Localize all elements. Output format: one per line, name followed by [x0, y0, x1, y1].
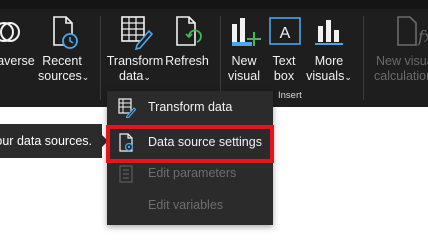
- transform-data-label-2: data: [119, 69, 144, 83]
- new-visual-label-1: New: [231, 54, 257, 68]
- text-box-icon: A: [269, 17, 301, 45]
- transform-data-button[interactable]: Transform data⌄: [106, 14, 164, 85]
- ribbon-separator: [363, 16, 364, 100]
- transform-data-icon: [118, 98, 136, 118]
- svg-text:A: A: [280, 25, 291, 42]
- more-visuals-label-2: visuals: [306, 69, 345, 83]
- recent-sources-button[interactable]: Recent sources⌄: [38, 14, 89, 85]
- ribbon-separator: [220, 16, 221, 100]
- menu-item-edit-parameters[interactable]: Edit parameters: [107, 158, 273, 190]
- recent-sources-label-1: Recent: [42, 54, 82, 68]
- more-visuals-label-1: More: [314, 54, 344, 68]
- new-visual-button[interactable]: New visual: [224, 14, 264, 84]
- visual-calculation-icon: fx: [397, 16, 428, 46]
- text-box-label-2: box: [273, 69, 295, 83]
- menu-item-edit-variables[interactable]: Edit variables: [107, 190, 273, 222]
- ribbon-separator: [100, 16, 101, 100]
- new-visual-calculation-label-1: New visual: [376, 54, 428, 68]
- new-visual-calculation-button[interactable]: fx New visual calculation: [372, 14, 428, 84]
- tooltip-text: our data sources.: [0, 134, 92, 148]
- chevron-down-icon: ⌄: [344, 72, 352, 82]
- ribbon-button-label: averse: [0, 54, 35, 68]
- text-box-label-1: Text: [272, 54, 296, 68]
- menu-item-label: Transform data: [148, 100, 233, 114]
- recent-sources-label-2: sources: [38, 69, 82, 83]
- edit-parameters-icon: [119, 165, 133, 183]
- more-visuals-button[interactable]: More visuals⌄: [303, 14, 355, 85]
- ribbon-button-connector[interactable]: averse: [0, 14, 36, 69]
- ribbon-top-strip: [0, 0, 428, 9]
- transform-data-dropdown-menu: Transform data Data source settings Edit…: [106, 91, 274, 225]
- transform-data-label-1: Transform: [106, 54, 164, 68]
- menu-item-transform-data[interactable]: Transform data: [107, 92, 273, 124]
- chevron-down-icon: ⌄: [81, 72, 90, 82]
- insert-group-label: Insert: [278, 90, 302, 101]
- refresh-button[interactable]: Refresh: [164, 14, 210, 69]
- menu-item-label: Edit parameters: [148, 166, 237, 180]
- transform-data-icon: [121, 16, 154, 50]
- data-source-settings-icon: [119, 133, 134, 152]
- more-visuals-icon: [315, 20, 343, 45]
- refresh-icon: [176, 16, 202, 46]
- new-visual-icon: [232, 18, 261, 46]
- refresh-label: Refresh: [165, 54, 209, 68]
- text-box-button[interactable]: A Text box: [265, 14, 303, 84]
- menu-item-data-source-settings[interactable]: Data source settings: [106, 125, 274, 163]
- new-visual-calculation-label-2: calculation: [374, 69, 428, 83]
- tooltip: our data sources.: [0, 124, 102, 158]
- chevron-down-icon: ⌄: [143, 72, 151, 82]
- new-visual-label-2: visual: [228, 69, 260, 83]
- svg-text:fx: fx: [417, 27, 428, 46]
- menu-item-label: Data source settings: [148, 135, 262, 149]
- menu-item-label: Edit variables: [148, 198, 224, 212]
- connector-icon: [0, 22, 20, 42]
- recent-sources-icon: [53, 16, 78, 49]
